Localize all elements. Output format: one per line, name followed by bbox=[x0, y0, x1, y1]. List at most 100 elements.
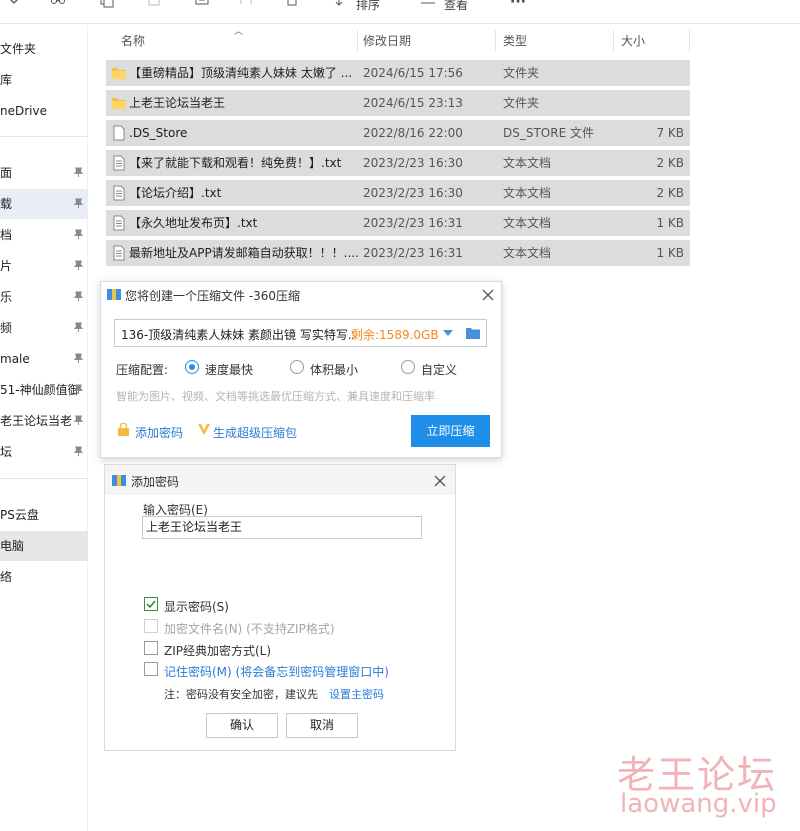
list-header: ︿ 名称 修改日期 类型 大小 bbox=[106, 27, 690, 54]
share-icon[interactable] bbox=[238, 0, 254, 12]
archive-filename: 136-顶级清纯素人妹妹 素颜出镜 写实特写.zip bbox=[121, 328, 353, 342]
file-date: 2024/6/15 17:56 bbox=[363, 66, 463, 80]
sidebar-item-female[interactable]: male bbox=[0, 344, 88, 374]
delete-icon[interactable] bbox=[284, 0, 300, 12]
column-divider[interactable] bbox=[495, 30, 496, 52]
sidebar-item-forum[interactable]: 坛 bbox=[0, 437, 88, 467]
sidebar-divider bbox=[0, 478, 88, 479]
folder-browse-icon[interactable] bbox=[465, 326, 481, 340]
sidebar-divider bbox=[0, 136, 88, 137]
file-size: 2 KB bbox=[656, 156, 684, 170]
cancel-button[interactable]: 取消 bbox=[286, 713, 358, 738]
security-note: 注：密码没有安全加密，建议先 bbox=[164, 688, 318, 701]
sidebar-item-pictures[interactable]: 片 bbox=[0, 251, 88, 281]
radio-custom[interactable] bbox=[401, 360, 415, 374]
table-row[interactable]: 【永久地址发布页】.txt 2023/2/23 16:31 文本文档 1 KB bbox=[106, 210, 690, 236]
sidebar-item-folder[interactable]: 文件夹 bbox=[0, 34, 88, 64]
folder-icon bbox=[112, 68, 126, 79]
table-row[interactable]: 【重磅精品】顶级清纯素人妹妹 太嫩了 ... 2024/6/15 17:56 文… bbox=[106, 60, 690, 86]
set-master-password-link[interactable]: 设置主密码 bbox=[329, 686, 384, 702]
table-row[interactable]: .DS_Store 2022/8/16 22:00 DS_STORE 文件 7 … bbox=[106, 120, 690, 146]
file-name: .DS_Store bbox=[129, 126, 188, 140]
option-smallest[interactable]: 体积最小 bbox=[310, 361, 358, 378]
column-date[interactable]: 修改日期 bbox=[363, 28, 411, 54]
column-size[interactable]: 大小 bbox=[621, 28, 645, 54]
sidebar-item-music[interactable]: 乐 bbox=[0, 282, 88, 312]
column-divider[interactable] bbox=[613, 30, 614, 52]
add-password-link[interactable]: 添加密码 bbox=[135, 424, 183, 441]
sidebar-item-desktop[interactable]: 面 bbox=[0, 158, 88, 188]
file-size: 7 KB bbox=[656, 126, 684, 140]
file-date: 2023/2/23 16:31 bbox=[363, 246, 463, 260]
archive-app-icon bbox=[107, 289, 121, 300]
file-size: 2 KB bbox=[656, 186, 684, 200]
close-icon[interactable] bbox=[433, 474, 447, 488]
pin-icon bbox=[73, 446, 84, 457]
more-button[interactable]: ··· bbox=[510, 0, 526, 10]
radio-smallest[interactable] bbox=[290, 360, 304, 374]
option-custom[interactable]: 自定义 bbox=[421, 361, 457, 378]
file-type: 文件夹 bbox=[503, 66, 540, 80]
sidebar-item-wps-cloud[interactable]: PS云盘 bbox=[0, 500, 88, 530]
column-name[interactable]: 名称 bbox=[121, 28, 145, 54]
sidebar-item-folder-51[interactable]: 51-神仙颜值御 bbox=[0, 375, 88, 405]
pin-icon bbox=[73, 229, 84, 240]
file-name: 最新地址及APP请发邮箱自动获取！！！.... bbox=[129, 246, 359, 260]
zip-classic-label[interactable]: ZIP经典加密方式(L) bbox=[164, 642, 271, 659]
table-row[interactable]: 【论坛介绍】.txt 2023/2/23 16:30 文本文档 2 KB bbox=[106, 180, 690, 206]
zip-classic-checkbox[interactable] bbox=[144, 641, 158, 655]
close-icon[interactable] bbox=[481, 288, 495, 302]
sidebar-item-library[interactable]: 库 bbox=[0, 65, 88, 95]
ok-button[interactable]: 确认 bbox=[206, 713, 278, 738]
sidebar-item-videos[interactable]: 频 bbox=[0, 313, 88, 343]
file-size: 1 KB bbox=[656, 246, 684, 260]
radio-fastest[interactable] bbox=[185, 360, 199, 374]
sidebar-item-onedrive[interactable]: neDrive bbox=[0, 96, 88, 126]
free-space-text: 剩余:1589.0GB bbox=[351, 328, 439, 342]
navigation-pane: 文件夹 库 neDrive 面 载 档 片 乐 频 male 51-神仙颜值御 … bbox=[0, 26, 88, 831]
remember-password-checkbox[interactable] bbox=[144, 662, 158, 676]
chevron-down-icon[interactable] bbox=[443, 330, 453, 336]
paste-icon[interactable] bbox=[146, 0, 162, 12]
column-divider[interactable] bbox=[357, 30, 358, 52]
checkmark-icon bbox=[146, 600, 156, 609]
dialog-title: 您将创建一个压缩文件 -360压缩 bbox=[125, 289, 301, 303]
sidebar-item-laowang[interactable]: 老王论坛当老 bbox=[0, 406, 88, 436]
show-password-checkbox[interactable] bbox=[144, 597, 158, 611]
show-password-label[interactable]: 显示密码(S) bbox=[164, 598, 229, 615]
sort-icon[interactable] bbox=[334, 0, 350, 12]
sort-button[interactable]: 排序 bbox=[356, 0, 380, 12]
encrypt-names-checkbox[interactable] bbox=[144, 619, 158, 633]
pin-icon bbox=[73, 291, 84, 302]
column-divider[interactable] bbox=[689, 30, 690, 52]
column-type[interactable]: 类型 bbox=[503, 28, 527, 54]
file-name: 【重磅精品】顶级清纯素人妹妹 太嫩了 ... bbox=[129, 66, 353, 80]
file-type: 文件夹 bbox=[503, 96, 540, 110]
rename-icon[interactable] bbox=[194, 0, 210, 12]
table-row[interactable]: 【来了就能下载和观看！纯免费！】.txt 2023/2/23 16:30 文本文… bbox=[106, 150, 690, 176]
view-icon[interactable] bbox=[420, 0, 436, 12]
dropdown-icon[interactable] bbox=[6, 0, 22, 12]
sidebar-item-documents[interactable]: 档 bbox=[0, 220, 88, 250]
sort-up-icon: ︿ bbox=[234, 27, 244, 37]
dialog-title: 添加密码 bbox=[131, 475, 180, 489]
file-type: DS_STORE 文件 bbox=[503, 126, 594, 140]
super-package-link[interactable]: 生成超级压缩包 bbox=[213, 424, 297, 441]
sidebar-item-downloads[interactable]: 载 bbox=[0, 189, 88, 219]
pin-icon bbox=[73, 260, 84, 271]
archive-app-icon bbox=[112, 475, 126, 486]
remember-password-label[interactable]: 记住密码(M) (将会备忘到密码管理窗口中) bbox=[164, 663, 389, 680]
sidebar-item-this-pc[interactable]: 电脑 bbox=[0, 531, 88, 561]
cut-icon[interactable] bbox=[50, 0, 66, 12]
table-row[interactable]: 上老王论坛当老王 2024/6/15 23:13 文件夹 bbox=[106, 90, 690, 116]
view-button[interactable]: 查看 bbox=[444, 0, 468, 12]
archive-filename-field[interactable]: 136-顶级清纯素人妹妹 素颜出镜 写实特写.zip 剩余:1589.0GB bbox=[114, 319, 487, 347]
file-size bbox=[624, 60, 684, 86]
copy-icon[interactable] bbox=[98, 0, 114, 12]
start-compress-button[interactable]: 立即压缩 bbox=[411, 415, 490, 447]
table-row[interactable]: 最新地址及APP请发邮箱自动获取！！！.... 2023/2/23 16:31 … bbox=[106, 240, 690, 266]
file-date: 2024/6/15 23:13 bbox=[363, 96, 463, 110]
password-input[interactable]: 上老王论坛当老王 bbox=[142, 516, 422, 539]
option-fastest[interactable]: 速度最快 bbox=[205, 361, 253, 378]
sidebar-item-network[interactable]: 络 bbox=[0, 562, 88, 592]
